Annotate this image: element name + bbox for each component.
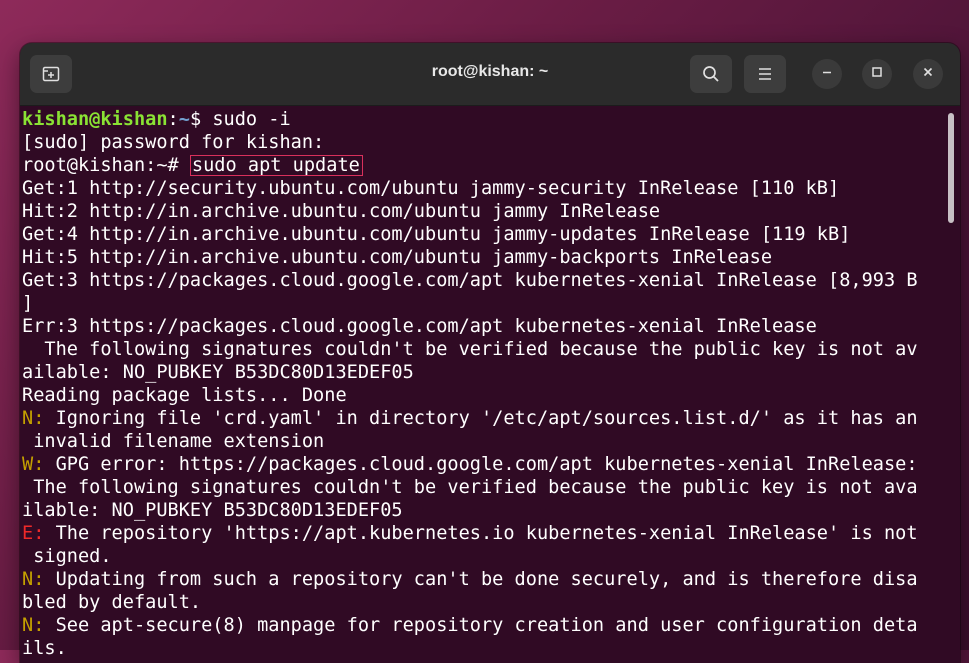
output-line: ilable: NO_PUBKEY B53DC80D13EDEF05 [22,500,403,521]
maximize-icon [871,65,883,83]
prompt-colon: : [167,109,179,130]
highlighted-command: sudo apt update [189,155,363,176]
error-line: E: The repository 'https://apt.kubernete… [22,522,960,545]
warning-tag: W: [22,454,45,475]
menu-button[interactable] [744,55,786,93]
prompt-dollar: $ [189,109,213,130]
notice-text: See apt-secure(8) manpage for repository… [44,615,918,636]
warning-text: GPG error: https://packages.cloud.google… [44,454,918,475]
notice-tag: N: [22,615,45,636]
root-prompt-line: root@kishan:~# sudo apt update [22,154,960,177]
notice-text: Ignoring file 'crd.yaml' in directory '/… [44,408,918,429]
close-icon [922,65,934,83]
command-text: sudo -i [212,109,291,130]
output-line: ] [22,293,34,314]
terminal-window: root@kishan: ~ kishan@kishan:~$ sudo -i … [20,43,960,663]
warning-line: W: GPG error: https://packages.cloud.goo… [22,453,960,476]
close-button[interactable] [913,59,943,89]
error-tag: E: [22,523,45,544]
minimize-icon [821,65,833,83]
minimize-button[interactable] [812,59,842,89]
output-line: Get:1 http://security.ubuntu.com/ubuntu … [22,178,840,199]
notice-line: N: Ignoring file 'crd.yaml' in directory… [22,407,960,430]
output-line: The following signatures couldn't be ver… [22,477,918,498]
search-button[interactable] [690,55,732,93]
scrollbar[interactable] [948,113,954,223]
terminal-output[interactable]: kishan@kishan:~$ sudo -i [sudo] password… [20,106,960,663]
output-line: The following signatures couldn't be ver… [22,339,918,360]
error-text: The repository 'https://apt.kubernetes.i… [44,523,918,544]
output-line: [sudo] password for kishan: [22,132,325,153]
prompt-path: ~ [178,109,190,130]
notice-tag: N: [22,569,45,590]
notice-line: N: See apt-secure(8) manpage for reposit… [22,614,960,637]
output-line: Get:4 http://in.archive.ubuntu.com/ubunt… [22,224,851,245]
title-bar: root@kishan: ~ [20,43,960,106]
prompt-line: kishan@kishan:~$ sudo -i [22,108,960,131]
hamburger-menu-icon [757,67,773,81]
output-line: signed. [22,546,112,567]
notice-line: N: Updating from such a repository can't… [22,568,960,591]
notice-text: Updating from such a repository can't be… [44,569,918,590]
output-line: invalid filename extension [22,431,325,452]
output-line: ailable: NO_PUBKEY B53DC80D13EDEF05 [22,362,414,383]
output-line: Get:3 https://packages.cloud.google.com/… [22,270,918,291]
root-prompt: root@kishan:~# [22,155,190,176]
output-line: Reading package lists... Done [22,385,347,406]
output-line: ils. [22,638,67,659]
notice-tag: N: [22,408,45,429]
prompt-user: kishan@kishan [22,109,168,130]
output-line: Err:3 https://packages.cloud.google.com/… [22,316,817,337]
output-line: Hit:5 http://in.archive.ubuntu.com/ubunt… [22,247,773,268]
maximize-button[interactable] [862,59,892,89]
output-line: Hit:2 http://in.archive.ubuntu.com/ubunt… [22,201,661,222]
output-line: bled by default. [22,592,202,613]
search-icon [702,65,720,83]
